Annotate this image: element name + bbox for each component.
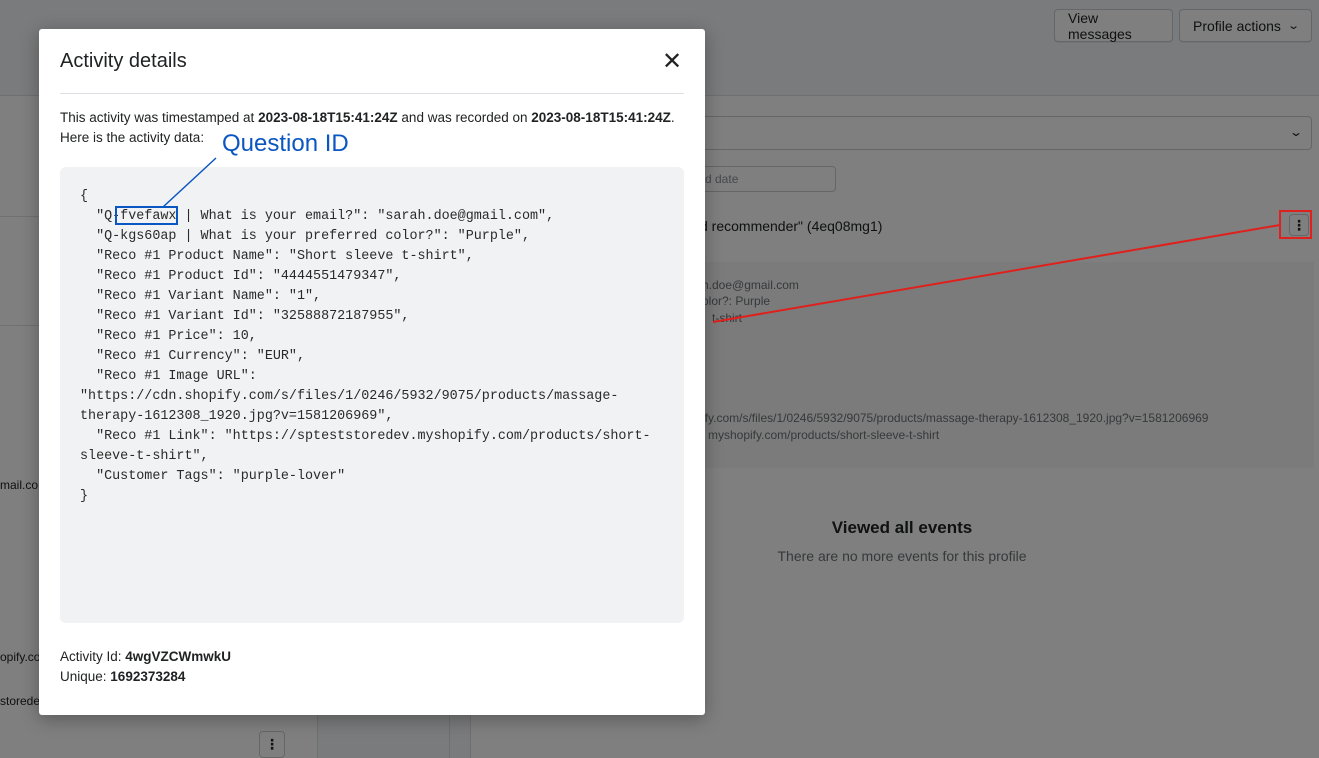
activity-id-row: Activity Id: 4wgVZCWmwkU — [60, 647, 231, 667]
json-line: "Reco #1 Product Name": "Short sleeve t-… — [80, 249, 474, 264]
modal-title: Activity details — [60, 49, 187, 72]
activity-meta: Activity Id: 4wgVZCWmwkU Unique: 1692373… — [60, 647, 231, 687]
json-line: "Q-kgs60ap | What is your preferred colo… — [80, 229, 530, 244]
json-line: "https://cdn.shopify.com/s/files/1/0246/… — [80, 389, 619, 404]
activity-data-json: { "Q-fvefawx | What is your email?": "sa… — [80, 187, 651, 507]
unique-label: Unique: — [60, 669, 111, 684]
red-highlight-box — [1279, 210, 1312, 239]
activity-id-label: Activity Id: — [60, 649, 126, 664]
intro-text: and was recorded on — [397, 110, 532, 125]
question-id-annotation: Question ID — [222, 130, 349, 157]
json-line: sleeve-t-shirt", — [80, 449, 209, 464]
unique-value: 1692373284 — [110, 669, 186, 684]
unique-row: Unique: 1692373284 — [60, 667, 231, 687]
json-line: "Reco #1 Currency": "EUR", — [80, 349, 305, 364]
json-line: "Reco #1 Variant Id": "32588872187955", — [80, 309, 410, 324]
json-line: therapy-1612308_1920.jpg?v=1581206969", — [80, 409, 394, 424]
activity-intro: This activity was timestamped at 2023-08… — [60, 108, 690, 148]
timestamped-at: 2023-08-18T15:41:24Z — [258, 110, 398, 125]
activity-id-value: 4wgVZCWmwkU — [125, 649, 232, 664]
recorded-on: 2023-08-18T15:41:24Z — [531, 110, 671, 125]
activity-data-block: { "Q-fvefawx | What is your email?": "sa… — [60, 167, 684, 623]
activity-details-modal: Activity details ✕ This activity was tim… — [39, 29, 705, 715]
json-line: "Reco #1 Variant Name": "1", — [80, 289, 322, 304]
json-line: } — [80, 489, 89, 504]
json-line: "Reco #1 Link": "https://spteststoredev.… — [80, 429, 651, 444]
intro-text: This activity was timestamped at — [60, 110, 259, 125]
json-line: "Reco #1 Product Id": "4444551479347", — [80, 269, 402, 284]
question-id-highlight-box — [115, 206, 178, 225]
json-line: "Customer Tags": "purple-lover" — [80, 469, 346, 484]
json-line: { — [80, 189, 89, 204]
json-line: "Reco #1 Price": 10, — [80, 329, 257, 344]
json-line: "Reco #1 Image URL": — [80, 369, 257, 384]
close-icon[interactable]: ✕ — [660, 48, 684, 75]
modal-header: Activity details ✕ — [60, 29, 684, 94]
